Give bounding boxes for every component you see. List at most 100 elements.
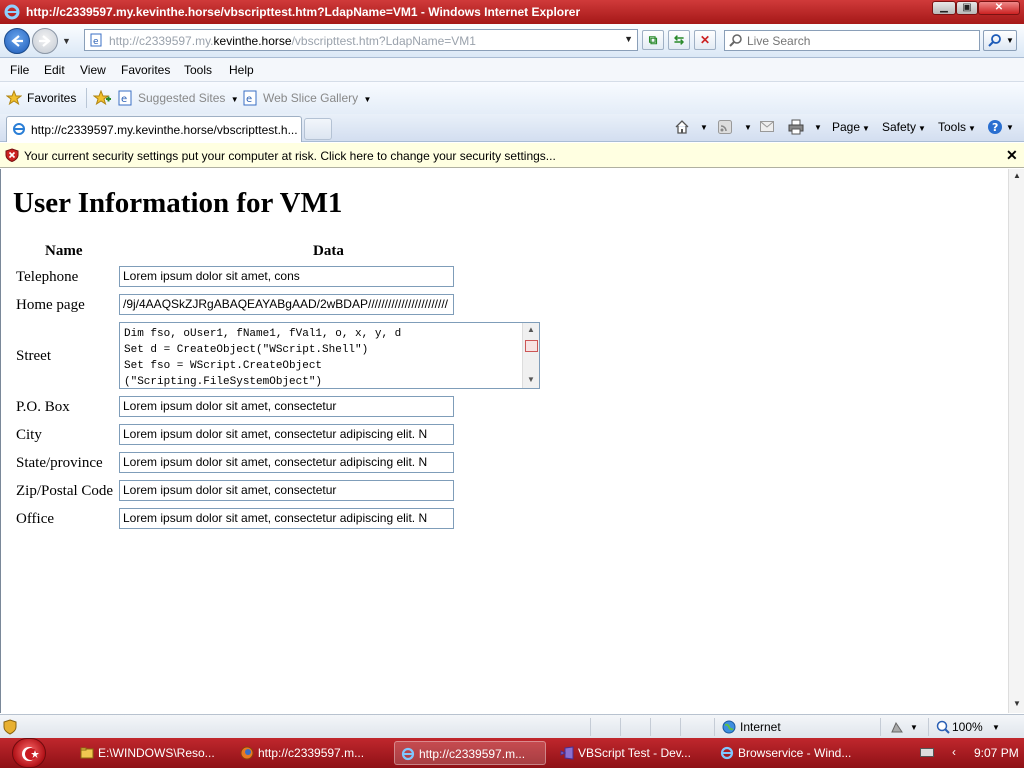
internet-zone-globe-icon — [722, 720, 736, 734]
status-separator — [714, 718, 715, 736]
taskbar-item-browservice[interactable]: Browservice - Wind... — [714, 741, 866, 765]
taskbar-item-windows-explorer[interactable]: E:\WINDOWS\Reso... — [74, 741, 224, 765]
favorites-star-icon — [6, 90, 22, 106]
search-input[interactable] — [747, 33, 975, 48]
print-dropdown[interactable]: ▼ — [814, 123, 822, 132]
web-slice-gallery-link[interactable]: Web Slice Gallery ▼ — [263, 91, 371, 105]
url-suffix: /vbscripttest.htm?LdapName=VM1 — [291, 34, 476, 48]
zip-postal-code-field[interactable]: Lorem ipsum dolor sit amet, consectetur — [119, 480, 454, 501]
tab-active[interactable]: http://c2339597.my.kevinthe.horse/vbscri… — [6, 116, 302, 142]
page-heading: User Information for VM1 — [13, 187, 343, 219]
feeds-icon[interactable] — [718, 120, 732, 134]
clock[interactable]: 9:07 PM — [974, 746, 1019, 760]
close-window-button[interactable]: ✕ — [978, 1, 1020, 15]
tools-menu[interactable]: Tools ▼ — [938, 120, 976, 134]
stop-button[interactable]: ✕ — [694, 30, 716, 50]
taskbar-item-label: VBScript Test - Dev... — [578, 746, 691, 760]
address-dropdown[interactable]: ▼ — [624, 34, 633, 44]
office-field[interactable]: Lorem ipsum dolor sit amet, consectetur … — [119, 508, 454, 529]
start-orb-icon — [22, 747, 39, 761]
tab-label: http://c2339597.my.kevinthe.horse/vbscri… — [31, 123, 298, 137]
status-separator — [928, 718, 929, 736]
security-zone-label[interactable]: Internet — [740, 720, 781, 734]
menu-edit[interactable]: Edit — [44, 63, 65, 77]
scroll-down-arrow-icon[interactable]: ▼ — [527, 375, 535, 384]
back-button[interactable] — [4, 28, 30, 54]
visual-studio-icon — [560, 746, 574, 760]
scroll-up-arrow-icon[interactable]: ▲ — [527, 325, 535, 334]
keyboard-icon[interactable] — [920, 748, 934, 757]
favorites-button[interactable]: Favorites — [27, 91, 76, 105]
recent-pages-dropdown[interactable]: ▼ — [62, 36, 71, 46]
home-icon[interactable] — [674, 119, 690, 135]
feeds-dropdown[interactable]: ▼ — [744, 123, 752, 132]
new-tab-button[interactable] — [304, 118, 332, 140]
add-favorite-icon[interactable] — [93, 90, 111, 106]
label-office: Office — [16, 511, 55, 527]
compatibility-view-button[interactable]: ⧉ — [642, 30, 664, 50]
taskbar-item-vbscript-test[interactable]: VBScript Test - Dev... — [554, 741, 706, 765]
menu-tools[interactable]: Tools — [184, 63, 212, 77]
start-button[interactable] — [12, 738, 46, 768]
maximize-button[interactable]: ▣ — [956, 1, 978, 15]
web-slice-gallery-label: Web Slice Gallery — [263, 91, 359, 105]
security-status-icon[interactable] — [3, 719, 17, 735]
system-tray: ‹ 9:07 PM — [910, 738, 1024, 768]
search-go-button[interactable]: ▼ — [983, 30, 1017, 51]
favorites-separator — [86, 88, 87, 108]
help-icon[interactable]: ? — [987, 119, 1003, 135]
security-info-bar[interactable]: Your current security settings put your … — [0, 143, 1024, 168]
search-box[interactable] — [724, 30, 980, 51]
scrollbar-thumb[interactable] — [525, 340, 538, 352]
forward-button[interactable] — [32, 28, 58, 54]
menu-file[interactable]: File — [10, 63, 29, 77]
protected-mode-icon[interactable] — [890, 720, 904, 734]
label-state-province: State/province — [16, 455, 103, 471]
street-scrollbar[interactable]: ▲ ▼ — [522, 323, 539, 388]
status-separator — [650, 718, 651, 736]
url-prefix: http://c2339597.my. — [109, 34, 214, 48]
street-textarea[interactable]: Dim fso, oUser1, fName1, fVal1, o, x, y,… — [119, 322, 540, 389]
ie-icon — [720, 746, 734, 760]
address-bar[interactable]: e http://c2339597.my.kevinthe.horse/vbsc… — [84, 29, 638, 51]
zoom-level[interactable]: 100% — [952, 720, 983, 734]
taskbar-item-ie-active[interactable]: http://c2339597.m... — [394, 741, 546, 765]
city-field[interactable]: Lorem ipsum dolor sit amet, consectetur … — [119, 424, 454, 445]
svg-text:e: e — [246, 94, 252, 105]
help-dropdown[interactable]: ▼ — [1006, 123, 1014, 132]
protected-mode-dropdown[interactable]: ▼ — [910, 723, 918, 732]
ie-icon — [401, 747, 415, 761]
home-page-field[interactable]: /9j/4AAQSkZJRgABAQEAYABgAAD/2wBDAP//////… — [119, 294, 454, 315]
zoom-dropdown[interactable]: ▼ — [992, 723, 1000, 732]
telephone-field[interactable]: Lorem ipsum dolor sit amet, cons — [119, 266, 454, 287]
po-box-field[interactable]: Lorem ipsum dolor sit amet, consectetur — [119, 396, 454, 417]
scroll-up-arrow-icon[interactable]: ▲ — [1013, 171, 1021, 180]
forward-arrow-icon — [39, 35, 51, 47]
page-menu[interactable]: Page ▼ — [832, 120, 870, 134]
suggested-sites-link[interactable]: Suggested Sites ▼ — [138, 91, 239, 105]
stop-icon: ✕ — [699, 33, 711, 47]
menu-help[interactable]: Help — [229, 63, 254, 77]
home-dropdown[interactable]: ▼ — [700, 123, 708, 132]
page-scrollbar[interactable]: ▲ ▼ — [1008, 169, 1024, 713]
state-province-field[interactable]: Lorem ipsum dolor sit amet, consectetur … — [119, 452, 454, 473]
menu-favorites[interactable]: Favorites — [121, 63, 170, 77]
title-bar: http://c2339597.my.kevinthe.horse/vbscri… — [0, 0, 1024, 24]
column-header-data: Data — [313, 243, 344, 259]
minimize-button[interactable]: ▁ — [932, 1, 956, 15]
refresh-button[interactable]: ⇆ — [668, 30, 690, 50]
status-separator — [620, 718, 621, 736]
show-hidden-icons-arrow-icon[interactable]: ‹ — [952, 745, 956, 759]
mail-icon[interactable] — [760, 121, 774, 133]
scroll-down-arrow-icon[interactable]: ▼ — [1013, 699, 1021, 708]
taskbar-item-label: http://c2339597.m... — [419, 747, 526, 761]
zoom-icon[interactable] — [936, 720, 950, 734]
safety-menu[interactable]: Safety ▼ — [882, 120, 926, 134]
taskbar-item-label: Browservice - Wind... — [738, 746, 852, 760]
page-icon: e — [90, 33, 102, 47]
taskbar-item-firefox[interactable]: http://c2339597.m... — [234, 741, 386, 765]
menu-view[interactable]: View — [80, 63, 106, 77]
print-icon[interactable] — [788, 119, 804, 135]
search-options-dropdown[interactable]: ▼ — [1006, 36, 1014, 45]
info-bar-close-button[interactable]: ✕ — [1006, 147, 1018, 164]
